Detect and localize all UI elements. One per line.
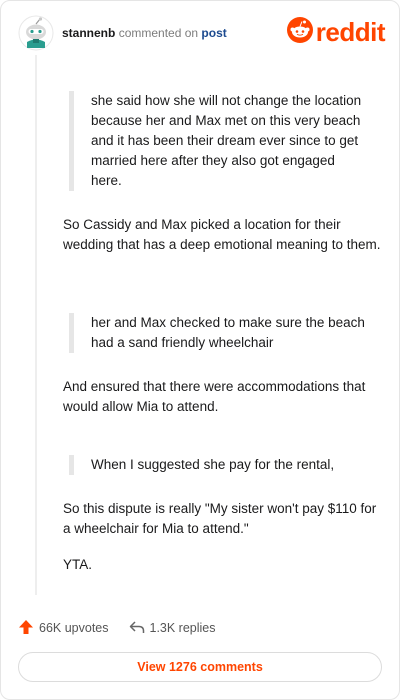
reply-button[interactable]: 1.3K replies: [129, 620, 216, 637]
thread-line[interactable]: [35, 55, 37, 595]
comment-paragraph-3: So this dispute is really "My sister won…: [63, 501, 377, 536]
reddit-alien-icon: [286, 16, 313, 48]
reddit-logo[interactable]: reddit: [286, 16, 386, 48]
comment-header: stannenb commented on post reddit: [18, 15, 386, 55]
reply-count: 1.3K replies: [149, 621, 216, 635]
post-link[interactable]: post: [201, 26, 226, 40]
logo-wordmark: reddit: [315, 16, 386, 47]
upvote-arrow-icon: [18, 619, 34, 638]
quote-block-2: her and Max checked to make sure the bea…: [69, 313, 369, 353]
comment-paragraph-4: YTA.: [63, 557, 93, 572]
username-link[interactable]: stannenb: [62, 26, 115, 40]
quote-block-3: When I suggested she pay for the rental,: [69, 455, 369, 475]
comment-footer: 66K upvotes 1.3K replies: [18, 617, 236, 639]
action-text: commented on: [118, 26, 199, 40]
reply-arrow-icon: [129, 620, 145, 637]
view-comments-button[interactable]: View 1276 comments: [18, 652, 382, 682]
quote-block-1: she said how she will not change the loc…: [69, 91, 369, 191]
upvote-count: 66K upvotes: [39, 621, 109, 635]
upvote-button[interactable]: 66K upvotes: [18, 619, 109, 638]
comment-paragraph-1: So Cassidy and Max picked a location for…: [63, 217, 381, 252]
comment-paragraph-2: And ensured that there were accommodatio…: [63, 379, 366, 414]
snoo-avatar-icon[interactable]: [18, 15, 54, 51]
comment-card: stannenb commented on post reddit she sa…: [0, 0, 400, 700]
comment-meta: stannenb commented on post: [62, 26, 227, 40]
